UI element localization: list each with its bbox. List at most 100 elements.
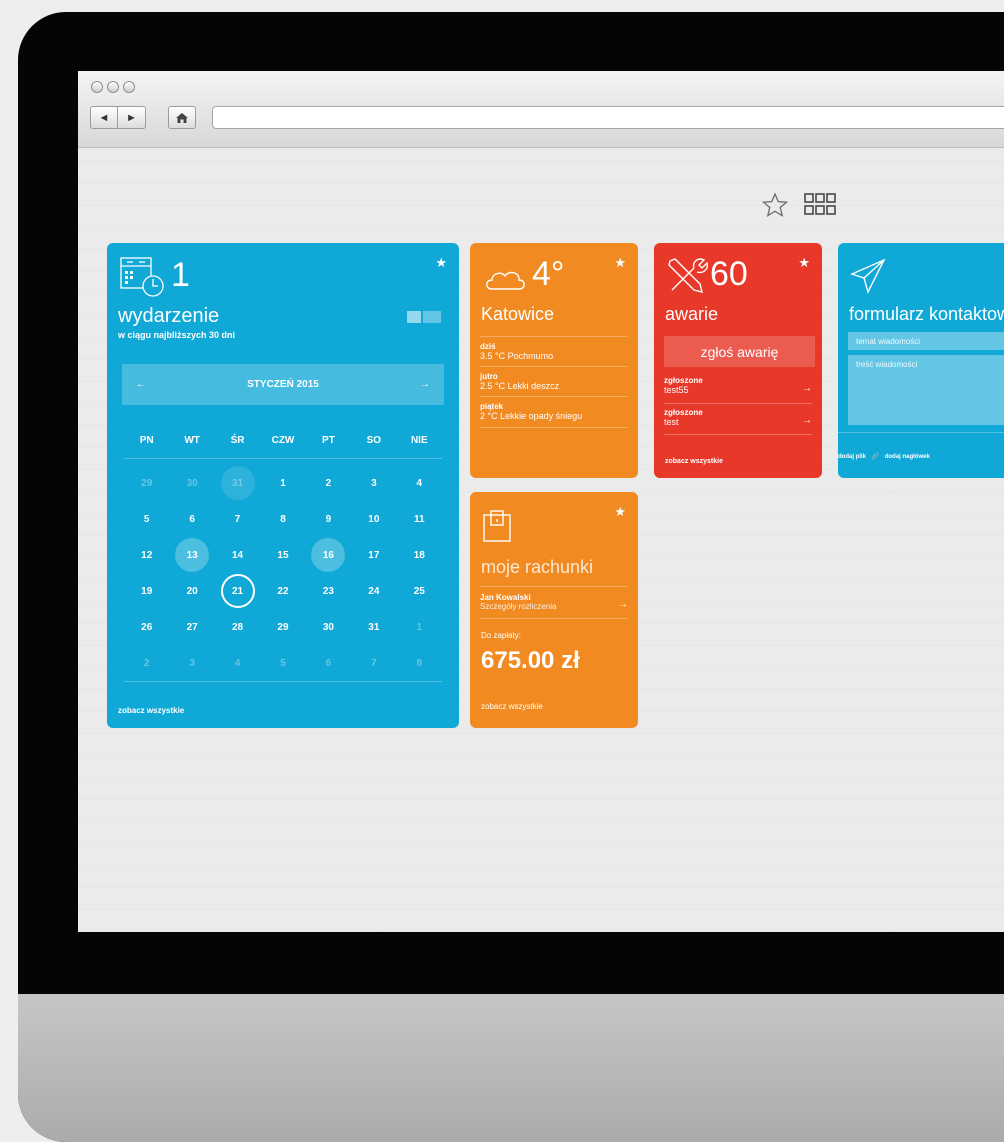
- calendar-day[interactable]: 30: [306, 609, 351, 645]
- favorite-star-icon[interactable]: ★: [614, 504, 626, 520]
- divider: [480, 396, 628, 397]
- prev-month-arrow-icon[interactable]: ←: [136, 379, 146, 390]
- calendar-day[interactable]: 17: [351, 537, 396, 573]
- calendar-day[interactable]: 5: [124, 501, 169, 537]
- close-window-button[interactable]: [91, 81, 103, 93]
- calendar-day[interactable]: 28: [215, 609, 260, 645]
- calendar-day[interactable]: 14: [215, 537, 260, 573]
- calendar-day[interactable]: 15: [260, 537, 305, 573]
- home-button[interactable]: [168, 106, 196, 129]
- arrow-right-icon: →: [802, 415, 812, 426]
- calendar-day[interactable]: 24: [351, 573, 396, 609]
- weekday-label: ŚR: [230, 434, 245, 446]
- amount-due-label: Do zapłaty:: [481, 631, 522, 640]
- calendar-day-event[interactable]: 16: [306, 537, 351, 573]
- forward-button[interactable]: ►: [118, 106, 146, 129]
- calendar-day[interactable]: 29: [260, 609, 305, 645]
- events-see-all-link[interactable]: zobacz wszystkie: [118, 706, 184, 715]
- failure-item[interactable]: zgłoszone test →: [664, 408, 812, 427]
- home-icon: [176, 112, 188, 123]
- calendar-day[interactable]: 10: [351, 501, 396, 537]
- calendar-day[interactable]: 4: [397, 465, 442, 501]
- calendar-day[interactable]: 26: [124, 609, 169, 645]
- calendar-day[interactable]: 5: [260, 645, 305, 681]
- calendar-view-icon[interactable]: [407, 311, 421, 323]
- calendar-day[interactable]: 30: [169, 465, 214, 501]
- events-title: wydarzenie: [118, 305, 220, 327]
- favorite-star-icon[interactable]: ★: [798, 255, 810, 271]
- grid-view-icon[interactable]: [803, 192, 837, 218]
- calendar-day[interactable]: 1: [260, 465, 305, 501]
- calendar-day[interactable]: 6: [169, 501, 214, 537]
- browser-toolbar: ◄ ►: [78, 71, 1004, 148]
- calendar-day[interactable]: 12: [124, 537, 169, 573]
- view-toggle: [407, 311, 441, 323]
- bills-tile: ★ moje rachunki Jan Kowalski Szczegóły ro…: [470, 492, 638, 728]
- calendar-day[interactable]: 2: [124, 645, 169, 681]
- calendar-day[interactable]: 31: [215, 465, 260, 501]
- weather-row-today: dziś 3.5 °C Pochmumo: [480, 342, 554, 361]
- next-month-arrow-icon[interactable]: →: [420, 379, 430, 390]
- maximize-window-button[interactable]: [123, 81, 135, 93]
- calendar-day[interactable]: 22: [260, 573, 305, 609]
- divider: [480, 618, 628, 619]
- calendar-day[interactable]: 25: [397, 573, 442, 609]
- weather-temperature: 4°: [532, 255, 565, 293]
- calendar-day[interactable]: 29: [124, 465, 169, 501]
- weather-tile: ★ 4° Katowice dziś 3.5 °C Pochmumo jutro 2…: [470, 243, 638, 478]
- dashboard-page: ★ 1 wydarzenie w ciągu najbliższych 30 d…: [78, 148, 1004, 932]
- add-header-link[interactable]: dodaj nagłówek: [885, 454, 930, 460]
- failures-tile: ★ 60 awarie zgłoś awarię zgłoszone test55…: [654, 243, 822, 478]
- favorites-star-icon[interactable]: [761, 192, 789, 218]
- attachment-links: dodaj plik 🔗 dodaj nagłówek: [838, 453, 930, 460]
- calendar-day[interactable]: 4: [215, 645, 260, 681]
- calendar-day[interactable]: 7: [351, 645, 396, 681]
- divider: [480, 427, 628, 428]
- divider: [664, 434, 812, 435]
- calendar-day[interactable]: 6: [306, 645, 351, 681]
- calendar-day[interactable]: 31: [351, 609, 396, 645]
- calendar-day[interactable]: 11: [397, 501, 442, 537]
- calendar-day[interactable]: 3: [169, 645, 214, 681]
- report-failure-button[interactable]: zgłoś awarię: [664, 336, 815, 367]
- calendar-day[interactable]: 19: [124, 573, 169, 609]
- failures-title: awarie: [665, 304, 719, 324]
- calendar-day[interactable]: 8: [260, 501, 305, 537]
- calendar-day-today[interactable]: 21: [215, 573, 260, 609]
- calendar-day[interactable]: 20: [169, 573, 214, 609]
- message-subject-input[interactable]: temat wiadomości: [848, 332, 1004, 350]
- bill-details-row[interactable]: Jan Kowalski Szczegóły rozliczenia →: [480, 593, 628, 611]
- arrow-right-icon: →: [802, 383, 812, 394]
- address-bar[interactable]: [212, 106, 1004, 129]
- list-view-icon[interactable]: [423, 311, 441, 323]
- favorite-star-icon[interactable]: ★: [435, 255, 447, 271]
- tools-icon: [668, 258, 708, 293]
- message-body-input[interactable]: treść wiadomości: [848, 355, 1004, 425]
- failure-item[interactable]: zgłoszone test55 →: [664, 376, 812, 395]
- calendar-day[interactable]: 7: [215, 501, 260, 537]
- calendar-clock-icon: [120, 257, 164, 297]
- contact-title: formularz kontaktowy: [849, 304, 1004, 324]
- calendar-day[interactable]: 27: [169, 609, 214, 645]
- divider: [480, 336, 628, 337]
- weekday-label: CZW: [271, 434, 295, 446]
- add-file-link[interactable]: dodaj plik: [838, 454, 866, 460]
- calendar-day[interactable]: 1: [397, 609, 442, 645]
- calendar-day[interactable]: 2: [306, 465, 351, 501]
- window-controls: [91, 81, 135, 93]
- calendar-day[interactable]: 9: [306, 501, 351, 537]
- failures-see-all-link[interactable]: zobacz wszystkie: [665, 458, 723, 465]
- view-controls: [761, 192, 837, 218]
- bills-see-all-link[interactable]: zobacz wszystkie: [481, 702, 543, 711]
- calendar-day[interactable]: 8: [397, 645, 442, 681]
- divider: [664, 403, 812, 404]
- divider: [480, 586, 628, 587]
- calendar-day[interactable]: 3: [351, 465, 396, 501]
- calendar-day[interactable]: 23: [306, 573, 351, 609]
- back-arrow-icon: ◄: [98, 111, 110, 124]
- calendar-day-event[interactable]: 13: [169, 537, 214, 573]
- calendar-day[interactable]: 18: [397, 537, 442, 573]
- back-button[interactable]: ◄: [90, 106, 118, 129]
- favorite-star-icon[interactable]: ★: [614, 255, 626, 271]
- minimize-window-button[interactable]: [107, 81, 119, 93]
